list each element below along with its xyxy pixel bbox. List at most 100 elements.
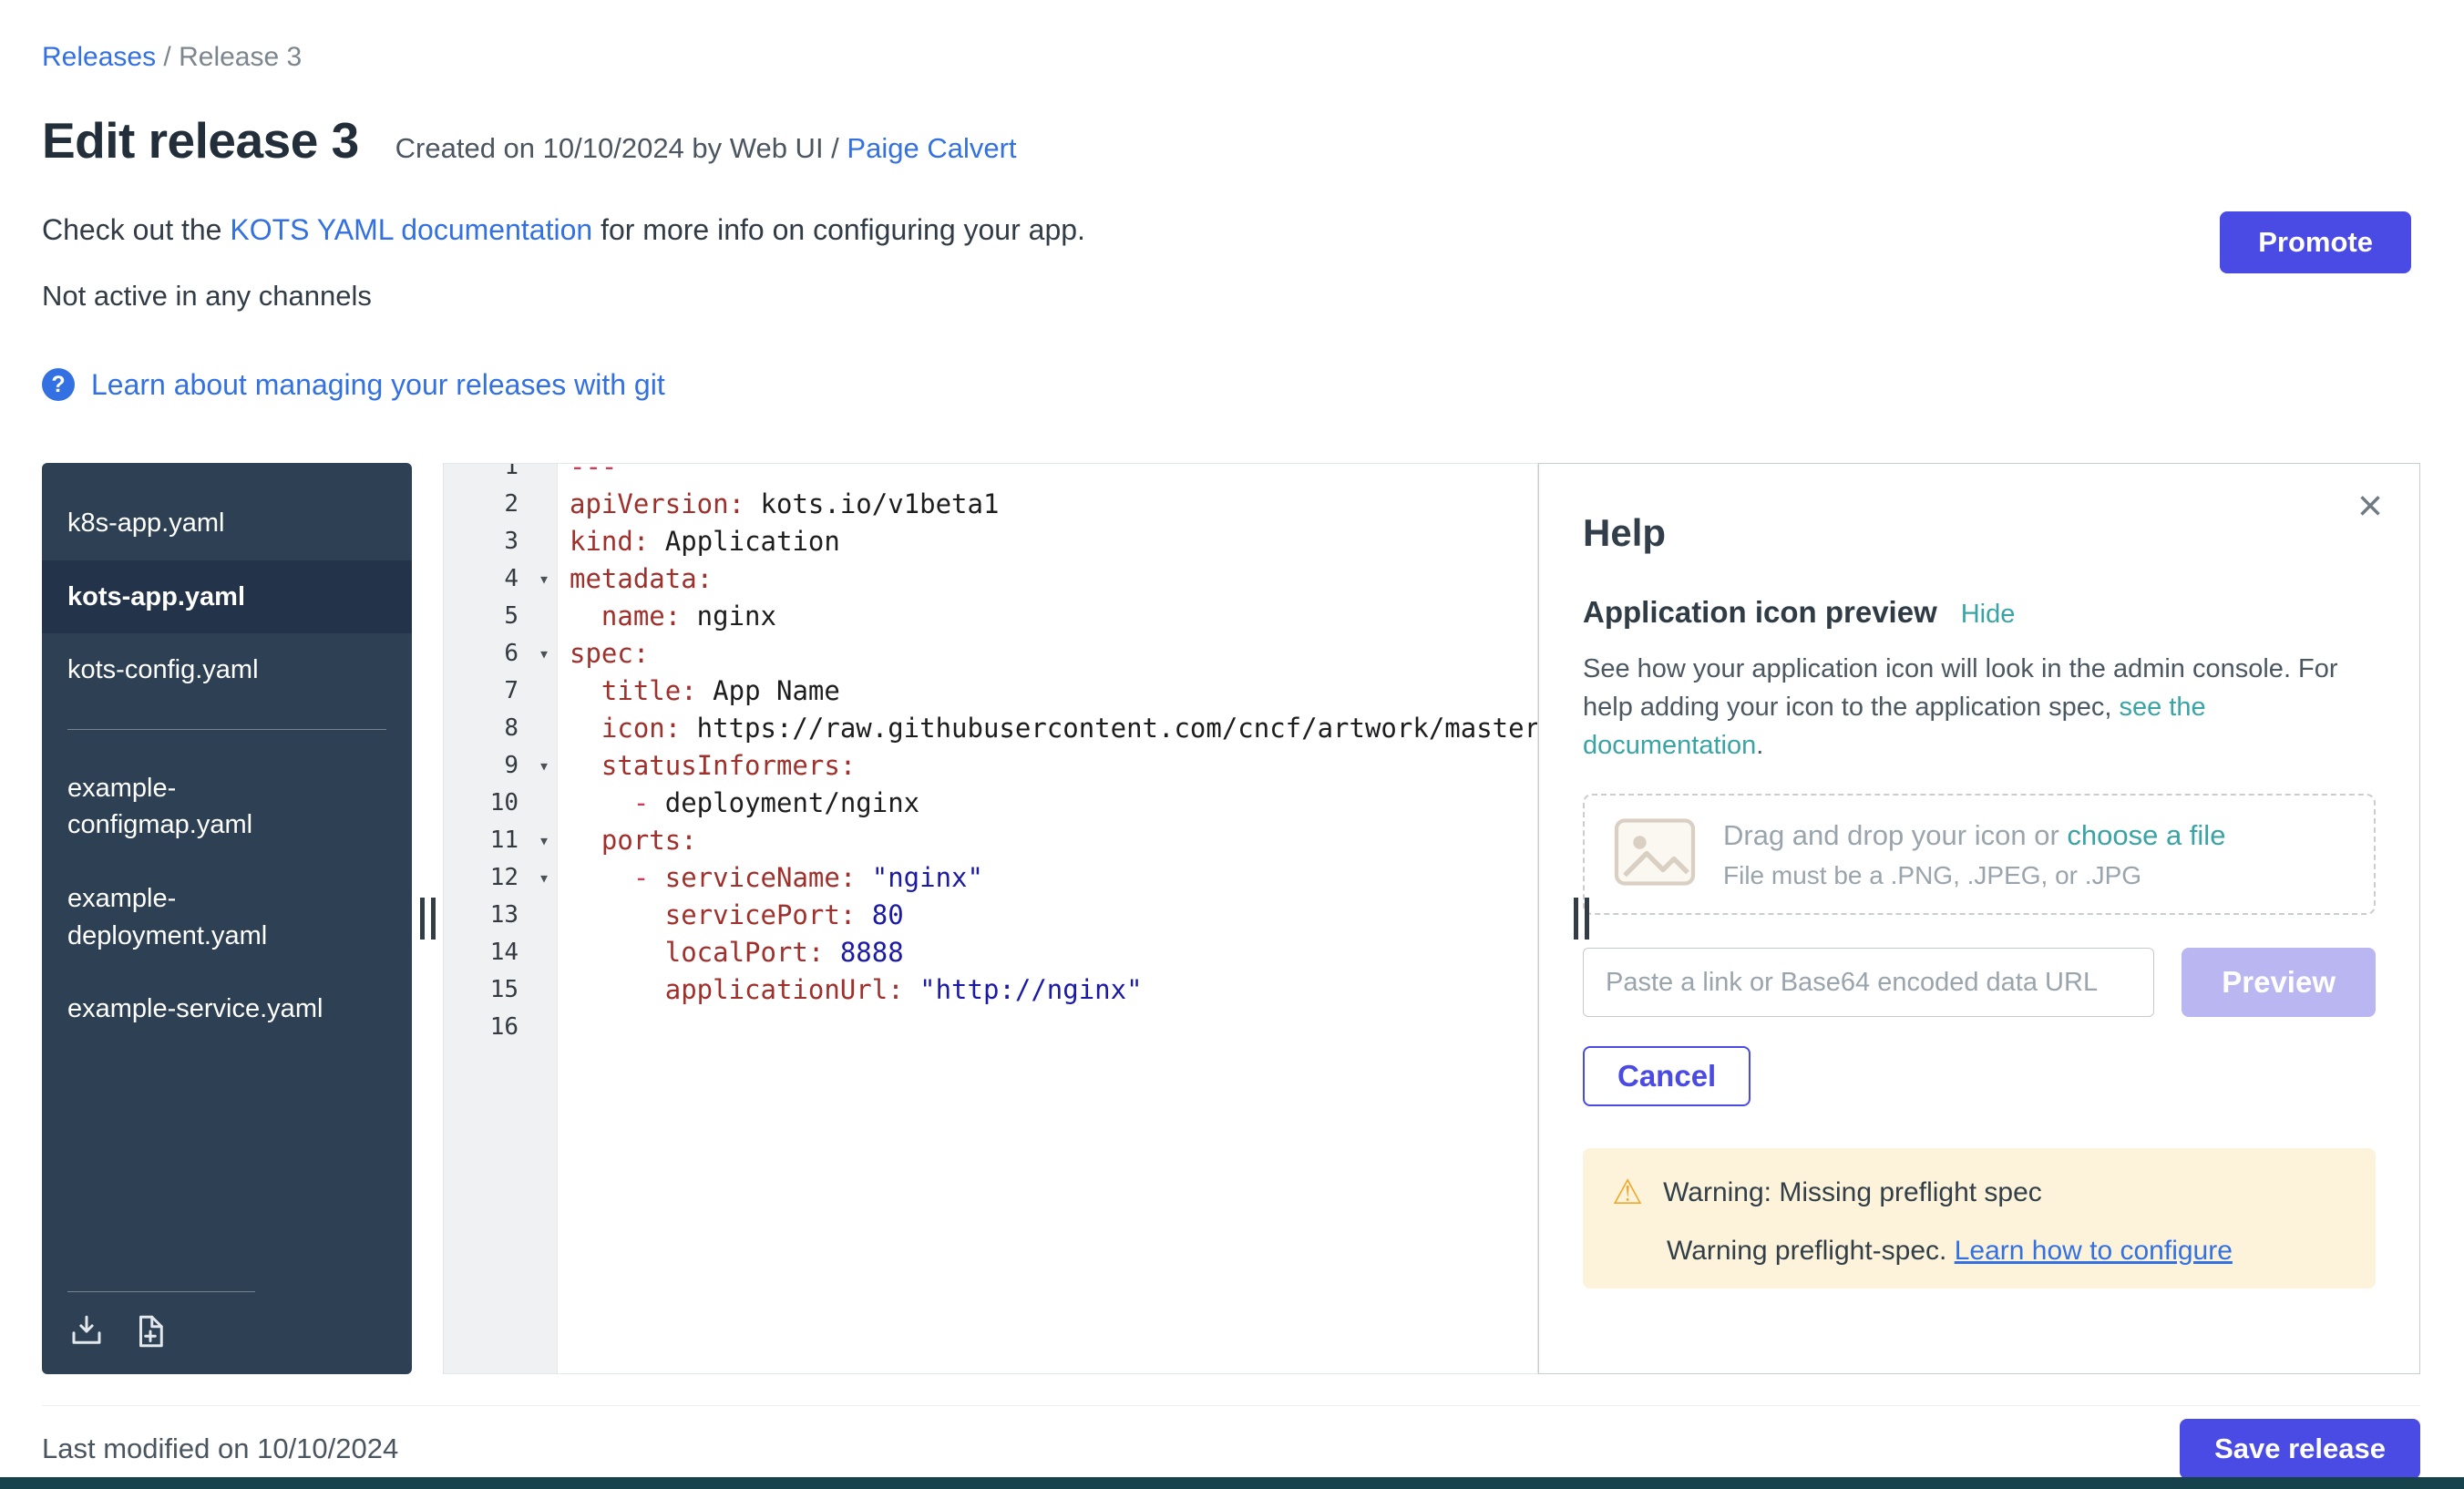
icon-url-input[interactable] bbox=[1583, 948, 2154, 1017]
file-tree-primary: k8s-app.yamlkots-app.yamlkots-config.yam… bbox=[42, 487, 412, 707]
new-file-icon[interactable] bbox=[131, 1312, 169, 1350]
code-text: - serviceName: "nginx" bbox=[557, 862, 983, 893]
line-number: 7 bbox=[444, 677, 557, 704]
yaml-code-editor[interactable]: 1---2apiVersion: kots.io/v1beta13kind: A… bbox=[443, 463, 1538, 1374]
author-link[interactable]: Paige Calvert bbox=[847, 132, 1016, 164]
code-text: ports: bbox=[557, 825, 697, 856]
breadcrumb-releases-link[interactable]: Releases bbox=[42, 42, 156, 72]
promote-button[interactable]: Promote bbox=[2220, 211, 2411, 273]
code-text: apiVersion: kots.io/v1beta1 bbox=[557, 488, 999, 519]
code-line[interactable]: 7 title: App Name bbox=[444, 672, 1537, 709]
file-tree-item[interactable]: kots-config.yaml bbox=[42, 633, 412, 707]
preview-button[interactable]: Preview bbox=[2182, 948, 2376, 1017]
file-tree-item[interactable]: kots-app.yaml bbox=[42, 560, 412, 634]
line-number: 2 bbox=[444, 490, 557, 518]
file-tree-item[interactable]: example-service.yaml bbox=[42, 972, 412, 1046]
hide-link[interactable]: Hide bbox=[1961, 600, 2016, 630]
page-footer: Last modified on 10/10/2024 Save release bbox=[42, 1405, 2420, 1479]
code-line[interactable]: 5 name: nginx bbox=[444, 597, 1537, 634]
line-number: 16 bbox=[444, 1013, 557, 1041]
code-line[interactable]: 3kind: Application bbox=[444, 522, 1537, 560]
line-number: 15 bbox=[444, 976, 557, 1003]
file-tree-footer bbox=[67, 1291, 255, 1350]
help-panel-title: Help bbox=[1583, 511, 2376, 555]
icon-preview-description: See how your application icon will look … bbox=[1583, 650, 2376, 765]
code-line[interactable]: 14 localPort: 8888 bbox=[444, 933, 1537, 970]
code-text: spec: bbox=[557, 638, 649, 669]
file-tree-footer-divider bbox=[67, 1291, 255, 1292]
code-line[interactable]: 6▾spec: bbox=[444, 634, 1537, 672]
code-line[interactable]: 8 icon: https://raw.githubusercontent.co… bbox=[444, 709, 1537, 746]
code-line[interactable]: 4▾metadata: bbox=[444, 560, 1537, 597]
line-number: 9▾ bbox=[444, 752, 557, 779]
git-help-link[interactable]: Learn about managing your releases with … bbox=[91, 368, 665, 402]
learn-how-to-configure-link[interactable]: Learn how to configure bbox=[1955, 1236, 2233, 1266]
code-text: name: nginx bbox=[557, 601, 776, 632]
git-help-row: ? Learn about managing your releases wit… bbox=[42, 365, 2420, 405]
line-number: 6▾ bbox=[444, 640, 557, 667]
fold-caret-icon[interactable]: ▾ bbox=[539, 755, 549, 776]
code-line[interactable]: 1--- bbox=[444, 463, 1537, 485]
code-line[interactable]: 11▾ ports: bbox=[444, 821, 1537, 858]
choose-file-link[interactable]: choose a file bbox=[2067, 819, 2225, 851]
file-tree-item[interactable]: k8s-app.yaml bbox=[42, 487, 412, 560]
panel-drag-handle-icon[interactable] bbox=[1574, 898, 1589, 940]
image-placeholder-icon bbox=[1614, 817, 1696, 891]
code-text: servicePort: 80 bbox=[557, 899, 904, 930]
help-panel: × Help Application icon preview Hide See… bbox=[1538, 463, 2420, 1374]
code-line[interactable]: 16 bbox=[444, 1008, 1537, 1045]
fold-caret-icon[interactable]: ▾ bbox=[539, 829, 549, 851]
edit-release-page: Releases / Release 3 Edit release 3 Crea… bbox=[0, 0, 2464, 1489]
bottom-edge-strip bbox=[0, 1477, 2464, 1489]
save-release-button[interactable]: Save release bbox=[2180, 1419, 2420, 1479]
breadcrumb-separator: / bbox=[163, 42, 170, 72]
code-text: statusInformers: bbox=[557, 750, 856, 781]
code-lines: 1---2apiVersion: kots.io/v1beta13kind: A… bbox=[444, 463, 1537, 1045]
code-line[interactable]: 2apiVersion: kots.io/v1beta1 bbox=[444, 485, 1537, 522]
fold-caret-icon[interactable]: ▾ bbox=[539, 867, 549, 888]
close-icon[interactable]: × bbox=[2352, 484, 2388, 529]
breadcrumb: Releases / Release 3 bbox=[42, 40, 2420, 75]
file-tree: k8s-app.yamlkots-app.yamlkots-config.yam… bbox=[42, 463, 412, 1374]
icon-dropzone[interactable]: Drag and drop your icon or choose a file… bbox=[1583, 794, 2376, 915]
release-editor-workspace: k8s-app.yamlkots-app.yamlkots-config.yam… bbox=[42, 463, 2420, 1374]
warning-title: Warning: Missing preflight spec bbox=[1663, 1177, 2042, 1208]
line-number: 13 bbox=[444, 901, 557, 929]
breadcrumb-current: Release 3 bbox=[179, 42, 302, 72]
file-tree-item[interactable]: example-deployment.yaml bbox=[42, 862, 412, 972]
description-text: See how your application icon will look … bbox=[1583, 654, 2338, 722]
file-tree-item[interactable]: example-configmap.yaml bbox=[42, 752, 412, 862]
file-tree-divider bbox=[67, 729, 386, 730]
line-number: 12▾ bbox=[444, 864, 557, 891]
channel-status: Not active in any channels bbox=[42, 279, 2420, 313]
fold-caret-icon[interactable]: ▾ bbox=[539, 642, 549, 664]
kots-yaml-docs-link[interactable]: KOTS YAML documentation bbox=[230, 213, 592, 246]
code-text: applicationUrl: "http://nginx" bbox=[557, 974, 1143, 1005]
last-modified-text: Last modified on 10/10/2024 bbox=[42, 1433, 398, 1465]
fold-caret-icon[interactable]: ▾ bbox=[539, 568, 549, 590]
docs-text-after: for more info on configuring your app. bbox=[601, 213, 1085, 246]
drag-handle-icon[interactable] bbox=[420, 898, 436, 940]
code-text: metadata: bbox=[557, 563, 713, 594]
created-text: Created on 10/10/2024 by Web UI / bbox=[395, 132, 839, 164]
question-mark-icon[interactable]: ? bbox=[42, 368, 75, 401]
line-number: 1 bbox=[444, 463, 557, 480]
left-pane-splitter bbox=[412, 463, 443, 1374]
code-line[interactable]: 9▾ statusInformers: bbox=[444, 746, 1537, 784]
code-line[interactable]: 10 - deployment/nginx bbox=[444, 784, 1537, 821]
preflight-warning-box: ⚠ Warning: Missing preflight spec Warnin… bbox=[1583, 1148, 2376, 1289]
line-number: 3 bbox=[444, 528, 557, 555]
code-line[interactable]: 13 servicePort: 80 bbox=[444, 896, 1537, 933]
created-info: Created on 10/10/2024 by Web UI / Paige … bbox=[395, 132, 1017, 165]
code-line[interactable]: 12▾ - serviceName: "nginx" bbox=[444, 858, 1537, 896]
code-text: localPort: 8888 bbox=[557, 937, 904, 968]
dropzone-text: Drag and drop your icon or choose a file bbox=[1723, 819, 2225, 852]
docs-text-before: Check out the bbox=[42, 213, 221, 246]
icon-preview-title: Application icon preview bbox=[1583, 595, 1937, 630]
line-number: 8 bbox=[444, 714, 557, 742]
code-text: - deployment/nginx bbox=[557, 787, 919, 818]
code-line[interactable]: 15 applicationUrl: "http://nginx" bbox=[444, 970, 1537, 1008]
upload-file-icon[interactable] bbox=[67, 1312, 106, 1350]
line-number: 11▾ bbox=[444, 827, 557, 854]
cancel-button[interactable]: Cancel bbox=[1583, 1046, 1750, 1106]
